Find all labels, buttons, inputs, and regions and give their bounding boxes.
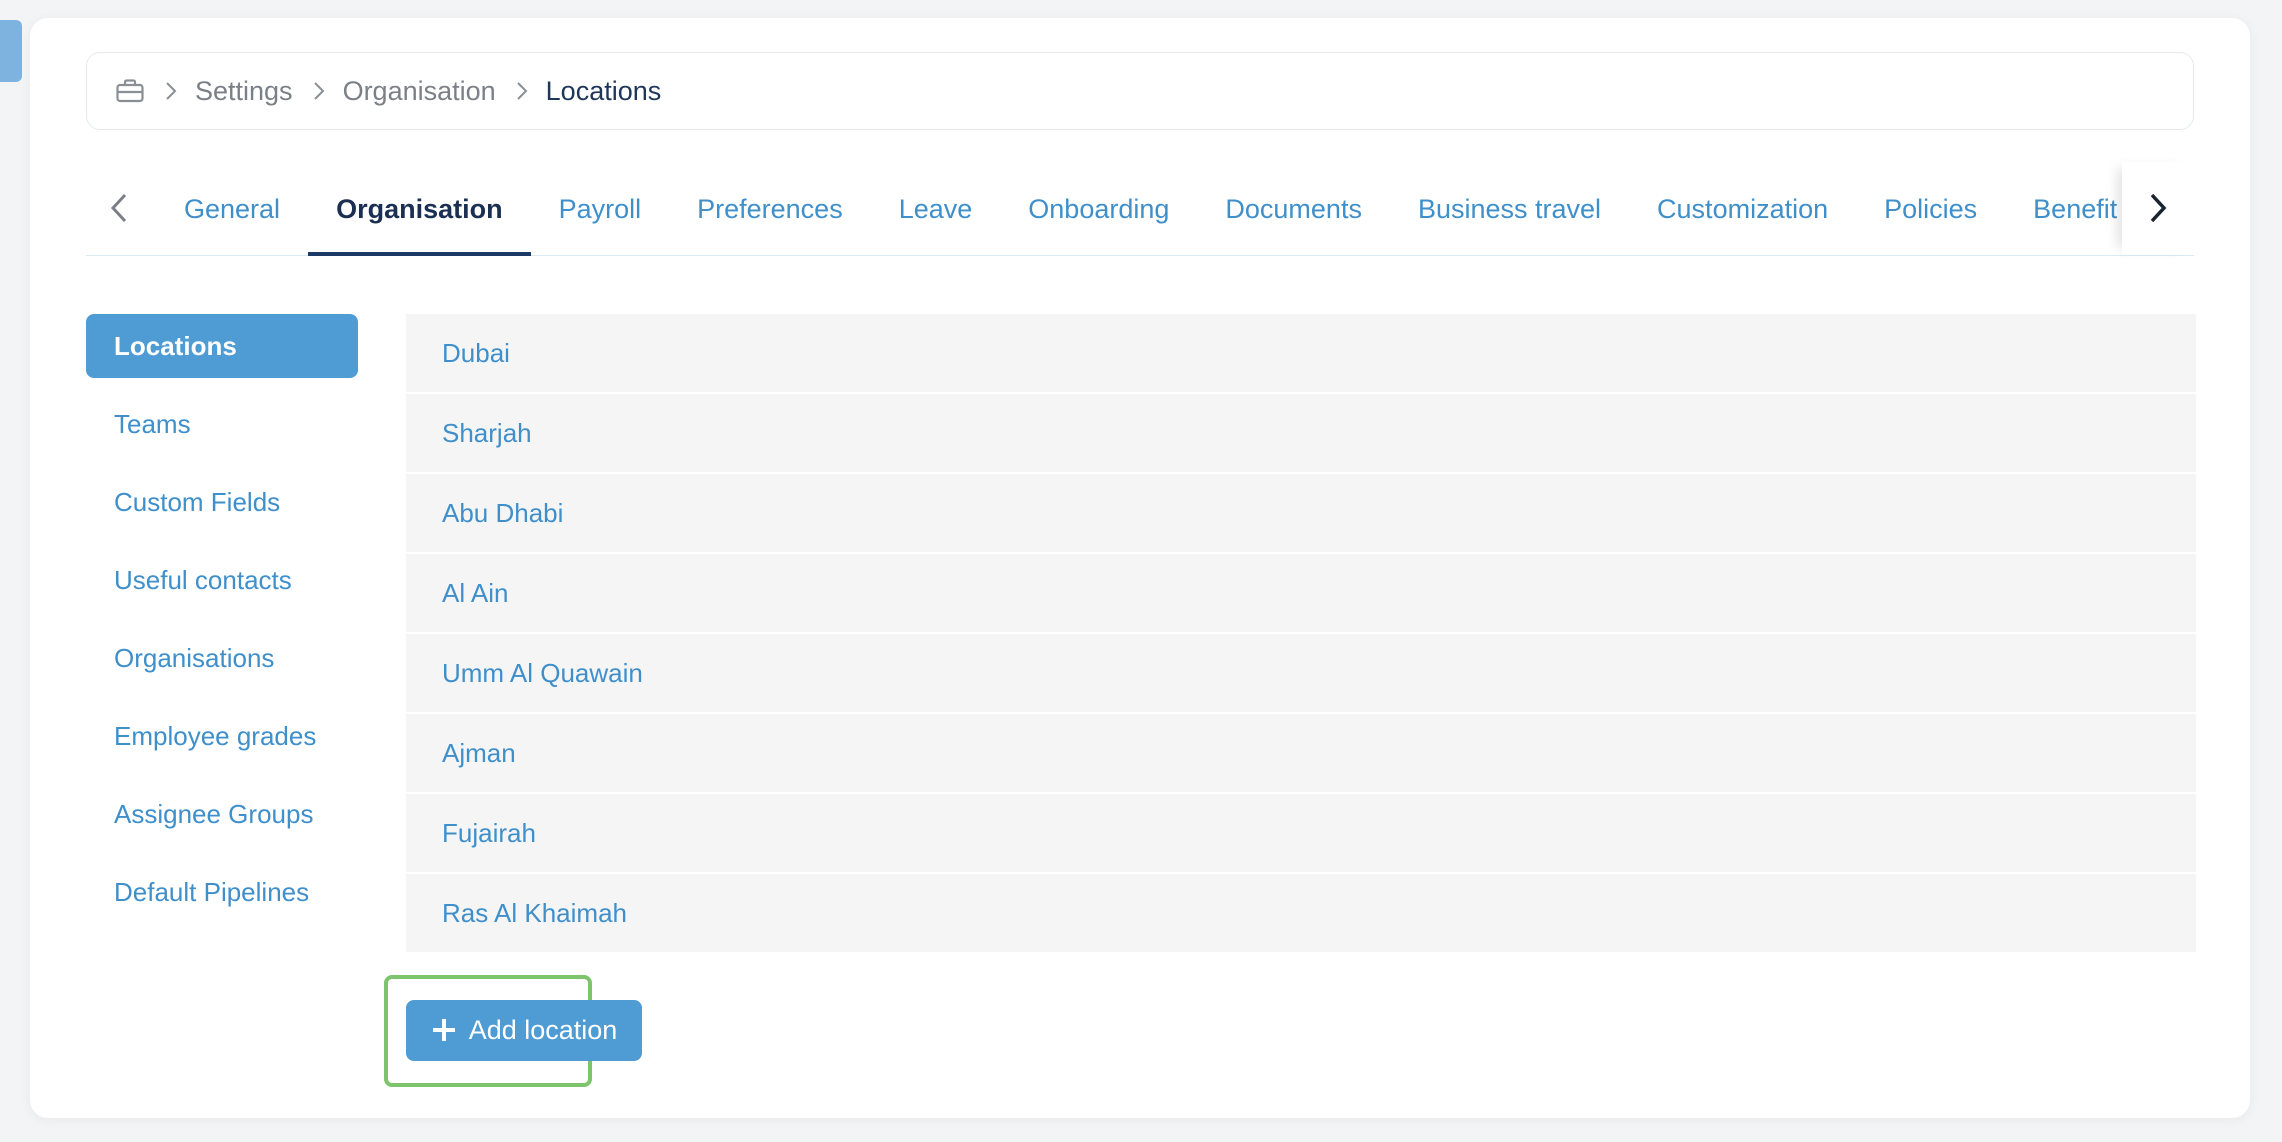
tab-organisation[interactable]: Organisation (308, 162, 531, 256)
chevron-right-icon (313, 81, 325, 101)
side-nav-organisations[interactable]: Organisations (86, 626, 358, 690)
tab-business-travel[interactable]: Business travel (1390, 162, 1629, 256)
location-row[interactable]: Ajman (406, 714, 2196, 792)
breadcrumb-current: Locations (545, 75, 662, 106)
side-nav-assignee-groups[interactable]: Assignee Groups (86, 782, 358, 846)
settings-side-nav: Locations Teams Custom Fields Useful con… (86, 314, 358, 938)
tab-onboarding[interactable]: Onboarding (1000, 162, 1197, 256)
chevron-left-icon[interactable] (104, 188, 134, 228)
breadcrumb-organisation[interactable]: Organisation (343, 76, 496, 107)
tab-leave[interactable]: Leave (871, 162, 1001, 256)
side-nav-locations[interactable]: Locations (86, 314, 358, 378)
chevron-right-icon (516, 81, 528, 101)
location-row[interactable]: Umm Al Quawain (406, 634, 2196, 712)
tab-customization[interactable]: Customization (1629, 162, 1856, 256)
side-nav-teams[interactable]: Teams (86, 392, 358, 456)
tab-payroll[interactable]: Payroll (531, 162, 670, 256)
tab-benefits[interactable]: Benefit (2005, 162, 2124, 256)
tab-strip: General Organisation Payroll Preferences Lea… (156, 162, 2124, 256)
location-row[interactable]: Al Ain (406, 554, 2196, 632)
side-nav-default-pipelines[interactable]: Default Pipelines (86, 860, 358, 924)
side-nav-employee-grades[interactable]: Employee grades (86, 704, 358, 768)
breadcrumb-settings[interactable]: Settings (195, 76, 293, 107)
location-row[interactable]: Abu Dhabi (406, 474, 2196, 552)
add-location-button[interactable]: Add location (406, 1000, 642, 1061)
location-row[interactable]: Dubai (406, 314, 2196, 392)
location-row[interactable]: Fujairah (406, 794, 2196, 872)
tab-policies[interactable]: Policies (1856, 162, 2005, 256)
plus-icon (431, 1013, 457, 1049)
breadcrumb: Settings Organisation Locations (86, 52, 2194, 130)
location-row[interactable]: Ras Al Khaimah (406, 874, 2196, 952)
add-location-label: Add location (468, 1015, 618, 1045)
side-nav-useful-contacts[interactable]: Useful contacts (86, 548, 358, 612)
tab-bar: General Organisation Payroll Preferences Lea… (86, 162, 2194, 256)
side-edge-tab[interactable] (0, 20, 22, 82)
chevron-right-icon[interactable] (2122, 162, 2194, 254)
briefcase-icon[interactable] (115, 76, 145, 106)
chevron-right-icon (165, 81, 177, 101)
tab-documents[interactable]: Documents (1197, 162, 1390, 256)
locations-list: Dubai Sharjah Abu Dhabi Al Ain Umm Al Qu… (406, 314, 2196, 954)
tab-general[interactable]: General (156, 162, 308, 256)
side-nav-custom-fields[interactable]: Custom Fields (86, 470, 358, 534)
tab-preferences[interactable]: Preferences (669, 162, 871, 256)
location-row[interactable]: Sharjah (406, 394, 2196, 472)
